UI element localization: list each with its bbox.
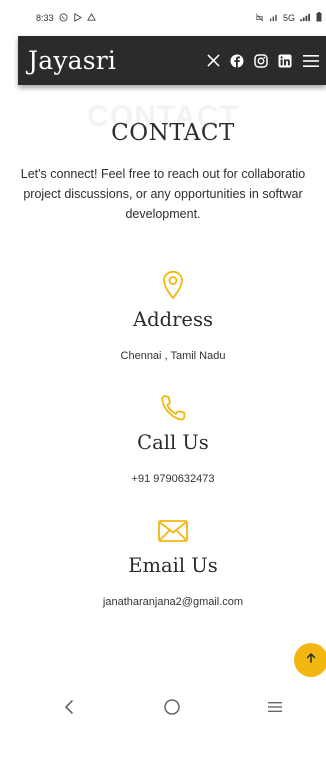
contact-heading: Address: [133, 308, 213, 331]
home-circle-icon[interactable]: [152, 692, 192, 722]
intro-line: project discussions, or any opportunitie…: [23, 187, 303, 201]
contact-heading: Email Us: [128, 554, 218, 577]
phone-icon: [0, 393, 326, 423]
scroll-to-top-button[interactable]: [294, 643, 326, 677]
contact-value[interactable]: janatharanjana2@gmail.com: [0, 596, 326, 608]
intro-text: Let's connect! Feel free to reach out fo…: [0, 164, 326, 224]
recents-lines-icon[interactable]: [255, 692, 295, 722]
map-pin-icon: [0, 270, 326, 300]
contact-heading: Call Us: [137, 431, 209, 454]
system-nav-bar: [18, 690, 326, 724]
intro-line: development.: [125, 207, 201, 221]
contact-phone: Call Us +91 9790632473: [0, 393, 326, 485]
contact-value: Chennai , Tamil Nadu: [120, 350, 226, 362]
contact-value[interactable]: +91 9790632473: [0, 473, 326, 485]
arrow-up-icon: [305, 651, 317, 669]
intro-line: Let's connect! Feel free to reach out fo…: [20, 167, 306, 181]
contact-email: Email Us janatharanjana2@gmail.com: [0, 516, 326, 608]
envelope-icon: [0, 516, 326, 546]
intro-clip: Let's connect! Feel free to reach out fo…: [0, 0, 326, 230]
back-chevron-icon[interactable]: [49, 692, 89, 722]
contact-address: Address Chennai , Tamil Nadu: [0, 270, 326, 362]
screen: 8:33 5G Jayasri CONTACT CONTACT Let's co…: [0, 0, 326, 770]
